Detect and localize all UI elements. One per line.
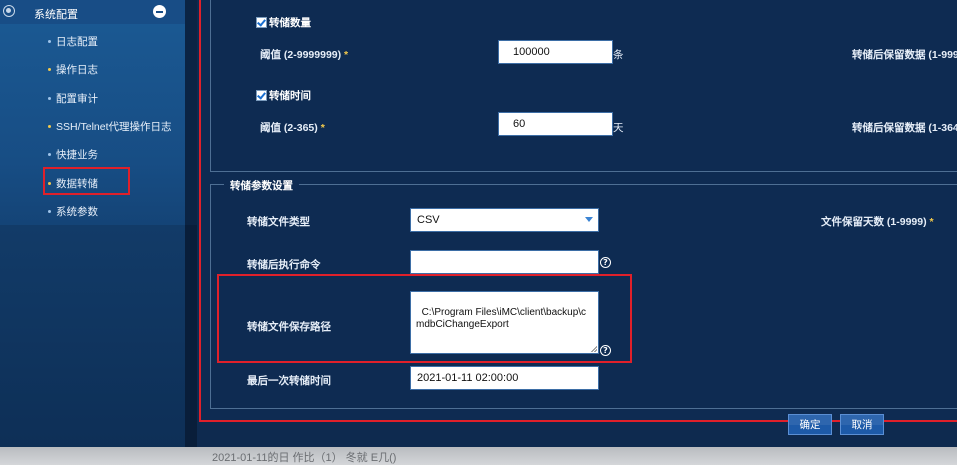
sidebar-lower-panel bbox=[0, 225, 185, 465]
help-icon[interactable]: ? bbox=[600, 257, 611, 268]
bottom-status-bar: 2021-01-11的日 作比（1） 冬就 E几() bbox=[0, 447, 957, 465]
required-mark: * bbox=[929, 216, 934, 228]
confirm-button-label: 确定 bbox=[799, 419, 821, 431]
sidebar-item-operation-log[interactable]: 操作日志 bbox=[48, 62, 98, 77]
sidebar-item-quick-service[interactable]: 快捷业务 bbox=[48, 147, 98, 162]
sidebar-item-log-config[interactable]: 日志配置 bbox=[48, 34, 98, 49]
sidebar-item-ssh-telnet-log[interactable]: SSH/Telnet代理操作日志 bbox=[48, 119, 172, 134]
sidebar-item-system-params[interactable]: 系统参数 bbox=[48, 204, 98, 219]
sidebar-group-system-config[interactable]: 系统配置 bbox=[0, 0, 185, 24]
bullet-icon bbox=[48, 124, 51, 128]
dump-time-threshold-input[interactable]: 60 bbox=[498, 112, 613, 136]
dump-count-unit: 条 bbox=[613, 49, 624, 61]
dump-time-threshold-label: 阈值 (2-365) * bbox=[260, 120, 325, 135]
file-type-label: 转储文件类型 bbox=[247, 216, 310, 228]
dump-time-checkbox[interactable] bbox=[256, 90, 267, 101]
bullet-icon bbox=[48, 152, 51, 156]
required-mark: * bbox=[320, 122, 325, 134]
bullet-icon bbox=[48, 67, 51, 71]
sidebar-divider-lower bbox=[185, 225, 197, 465]
dump-time-retain-label: 转储后保留数据 (1-364) bbox=[852, 122, 957, 134]
dump-count-label: 转储数量 bbox=[269, 17, 311, 29]
save-path-highlight bbox=[217, 274, 632, 363]
dump-count-threshold-label: 阈值 (2-9999999) * bbox=[260, 47, 348, 62]
bullet-icon bbox=[48, 209, 51, 213]
dropdown-arrow-icon bbox=[585, 217, 593, 222]
cancel-button[interactable]: 取消 bbox=[840, 414, 884, 435]
sidebar-item-config-audit[interactable]: 配置审计 bbox=[48, 91, 98, 106]
sidebar-item-label: 操作日志 bbox=[56, 64, 98, 76]
bottom-bar-text: 2021-01-11的日 作比（1） 冬就 E几() bbox=[212, 452, 397, 464]
dump-count-checkbox-row[interactable]: 转储数量 bbox=[256, 15, 311, 30]
dump-time-label: 转储时间 bbox=[269, 90, 311, 102]
cancel-button-label: 取消 bbox=[851, 419, 873, 431]
sidebar-item-label: 快捷业务 bbox=[56, 149, 98, 161]
confirm-button[interactable]: 确定 bbox=[788, 414, 832, 435]
dump-count-retain-label: 转储后保留数据 (1-99999 bbox=[852, 49, 957, 61]
file-type-select[interactable]: CSV bbox=[410, 208, 599, 232]
post-command-input[interactable] bbox=[410, 250, 599, 274]
sidebar-group-label: 系统配置 bbox=[34, 9, 78, 21]
sidebar-item-label: 系统参数 bbox=[56, 206, 98, 218]
bullet-icon bbox=[48, 96, 51, 100]
dump-params-legend: 转储参数设置 bbox=[224, 178, 299, 193]
dump-time-checkbox-row[interactable]: 转储时间 bbox=[256, 88, 311, 103]
settings-circle-icon bbox=[3, 5, 15, 17]
collapse-icon[interactable] bbox=[153, 5, 166, 18]
selected-item-highlight bbox=[43, 167, 130, 195]
dump-count-checkbox[interactable] bbox=[256, 17, 267, 28]
dump-time-unit: 天 bbox=[613, 122, 624, 134]
sidebar-item-label: SSH/Telnet代理操作日志 bbox=[56, 121, 172, 133]
required-mark: * bbox=[344, 49, 349, 61]
threshold-label-text: 阈值 (2-9999999) bbox=[260, 49, 342, 61]
dump-count-threshold-input[interactable]: 100000 bbox=[498, 40, 613, 64]
file-type-value: CSV bbox=[417, 214, 440, 226]
threshold-label-text: 阈值 (2-365) bbox=[260, 122, 318, 134]
bullet-icon bbox=[48, 39, 51, 43]
dump-condition-fieldset bbox=[210, 0, 957, 172]
post-command-label: 转储后执行命令 bbox=[247, 259, 321, 271]
last-dump-time-input[interactable]: 2021-01-11 02:00:00 bbox=[410, 366, 599, 390]
sidebar-item-label: 日志配置 bbox=[56, 36, 98, 48]
retain-days-label-text: 文件保留天数 (1-9999) bbox=[821, 216, 927, 228]
retain-days-label: 文件保留天数 (1-9999) * bbox=[821, 214, 934, 229]
sidebar-item-label: 配置审计 bbox=[56, 93, 98, 105]
last-dump-time-label: 最后一次转储时间 bbox=[247, 375, 331, 387]
